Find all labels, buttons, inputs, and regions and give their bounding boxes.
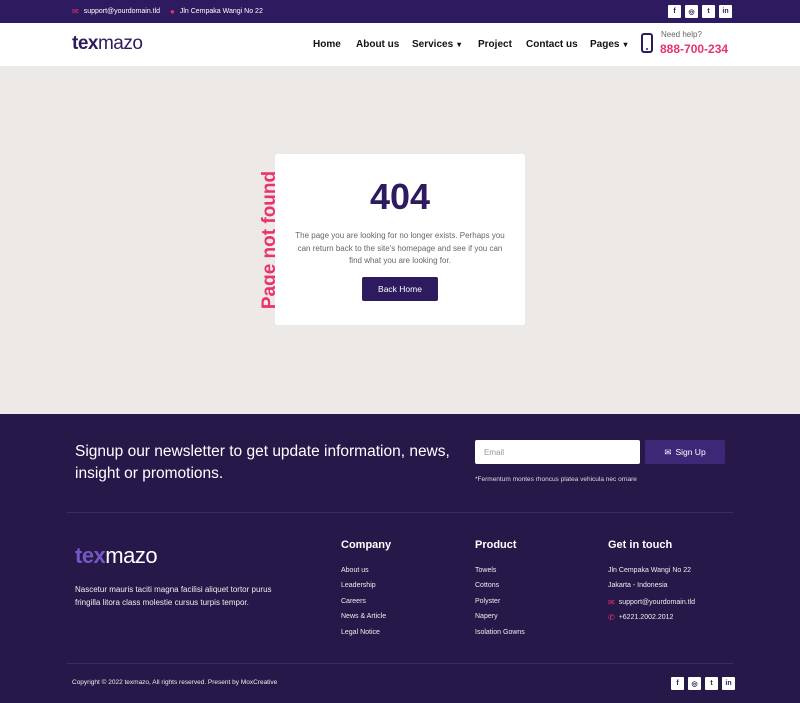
company-link[interactable]: News & Article: [341, 613, 386, 620]
contact-address-1: Jln Cempaka Wangi No 22: [608, 567, 692, 574]
nav-pages-label: Pages: [590, 39, 620, 50]
product-link[interactable]: Towels: [475, 567, 496, 574]
footer-about: Nascetur mauris taciti magna facilisi al…: [75, 585, 272, 607]
product-link[interactable]: Isolation Gowns: [475, 629, 525, 636]
phone-icon: ✆: [608, 613, 615, 622]
facebook-icon[interactable]: f: [668, 5, 681, 18]
error-card: 404 The page you are looking for no long…: [275, 154, 525, 325]
back-home-button[interactable]: Back Home: [362, 277, 438, 301]
chevron-down-icon: ▾: [623, 40, 628, 49]
chevron-down-icon: ▾: [457, 40, 462, 49]
company-link[interactable]: Legal Notice: [341, 629, 380, 636]
nav-home[interactable]: Home: [313, 39, 341, 50]
product-link[interactable]: Cottons: [475, 582, 499, 589]
error-message: The page you are looking for no longer e…: [295, 231, 505, 265]
sign-up-button[interactable]: ✉ Sign Up: [645, 440, 725, 464]
instagram-icon[interactable]: ◎: [688, 677, 701, 690]
logo-part-2: mazo: [105, 543, 158, 568]
instagram-icon[interactable]: ◎: [685, 5, 698, 18]
envelope-icon: ✉: [608, 598, 615, 607]
twitter-icon[interactable]: t: [702, 5, 715, 18]
nav-services[interactable]: Services ▾: [412, 39, 461, 50]
company-link[interactable]: Leadership: [341, 582, 376, 589]
main-header: texmazo Home About us Services ▾ Project …: [0, 23, 800, 66]
contact-phone-text: +6221.2002.2012: [618, 614, 674, 621]
company-link[interactable]: About us: [341, 567, 369, 574]
nav-about[interactable]: About us: [356, 39, 399, 50]
error-code: 404: [369, 176, 431, 217]
envelope-icon: ✉: [664, 446, 672, 457]
contact-email-text: support@yourdomain.tld: [618, 599, 696, 606]
help-phone[interactable]: 888-700-234: [660, 42, 728, 56]
newsletter-title: Signup our newsletter to get update info…: [75, 443, 450, 482]
linkedin-icon[interactable]: in: [719, 5, 732, 18]
site-logo[interactable]: texmazo: [72, 33, 143, 55]
topbar-email-text: support@yourdomain.tld: [83, 8, 161, 15]
product-title: Product: [475, 539, 517, 551]
linkedin-icon[interactable]: in: [722, 677, 735, 690]
logo-part-1: tex: [75, 543, 106, 568]
product-link[interactable]: Napery: [475, 613, 498, 620]
footer-logo[interactable]: texmazo: [75, 543, 158, 569]
nav-contact[interactable]: Contact us: [526, 39, 578, 50]
product-link[interactable]: Polyster: [475, 598, 500, 605]
nav-pages[interactable]: Pages ▾: [590, 39, 627, 50]
contact-title: Get in touch: [608, 539, 673, 551]
nav-project[interactable]: Project: [478, 39, 512, 50]
logo-part-1: tex: [72, 33, 98, 54]
top-bar: ✉ support@yourdomain.tld ● Jln Cempaka W…: [0, 0, 800, 23]
logo-part-2: mazo: [97, 33, 143, 54]
footer-divider-bottom: [67, 663, 733, 664]
topbar-email[interactable]: ✉ support@yourdomain.tld: [72, 0, 160, 23]
twitter-icon[interactable]: t: [705, 677, 718, 690]
sign-up-label: Sign Up: [675, 447, 706, 457]
topbar-address: ● Jln Cempaka Wangi No 22: [170, 0, 263, 23]
map-pin-icon: ●: [170, 6, 175, 16]
nav-services-label: Services: [412, 39, 454, 50]
company-title: Company: [341, 539, 392, 551]
newsletter-email-input[interactable]: [475, 440, 640, 464]
copyright: Copyright © 2022 texmazo, All rights res…: [72, 679, 278, 686]
help-label: Need help?: [661, 30, 702, 39]
contact-address-2: Jakarta - Indonesia: [608, 582, 668, 589]
contact-email[interactable]: ✉ support@yourdomain.tld: [608, 598, 695, 607]
topbar-social: f ◎ t in: [668, 5, 732, 18]
footer-social: f ◎ t in: [671, 677, 735, 690]
envelope-icon: ✉: [72, 6, 79, 16]
topbar-address-text: Jln Cempaka Wangi No 22: [179, 8, 263, 15]
footer-divider: [67, 512, 733, 513]
footer: Signup our newsletter to get update info…: [0, 414, 800, 703]
newsletter-note: *Fermentum montes rhoncus platea vehicul…: [475, 476, 637, 483]
contact-phone[interactable]: ✆ +6221.2002.2012: [608, 613, 673, 622]
facebook-icon[interactable]: f: [671, 677, 684, 690]
phone-icon: [641, 33, 653, 53]
company-link[interactable]: Careers: [341, 598, 366, 605]
